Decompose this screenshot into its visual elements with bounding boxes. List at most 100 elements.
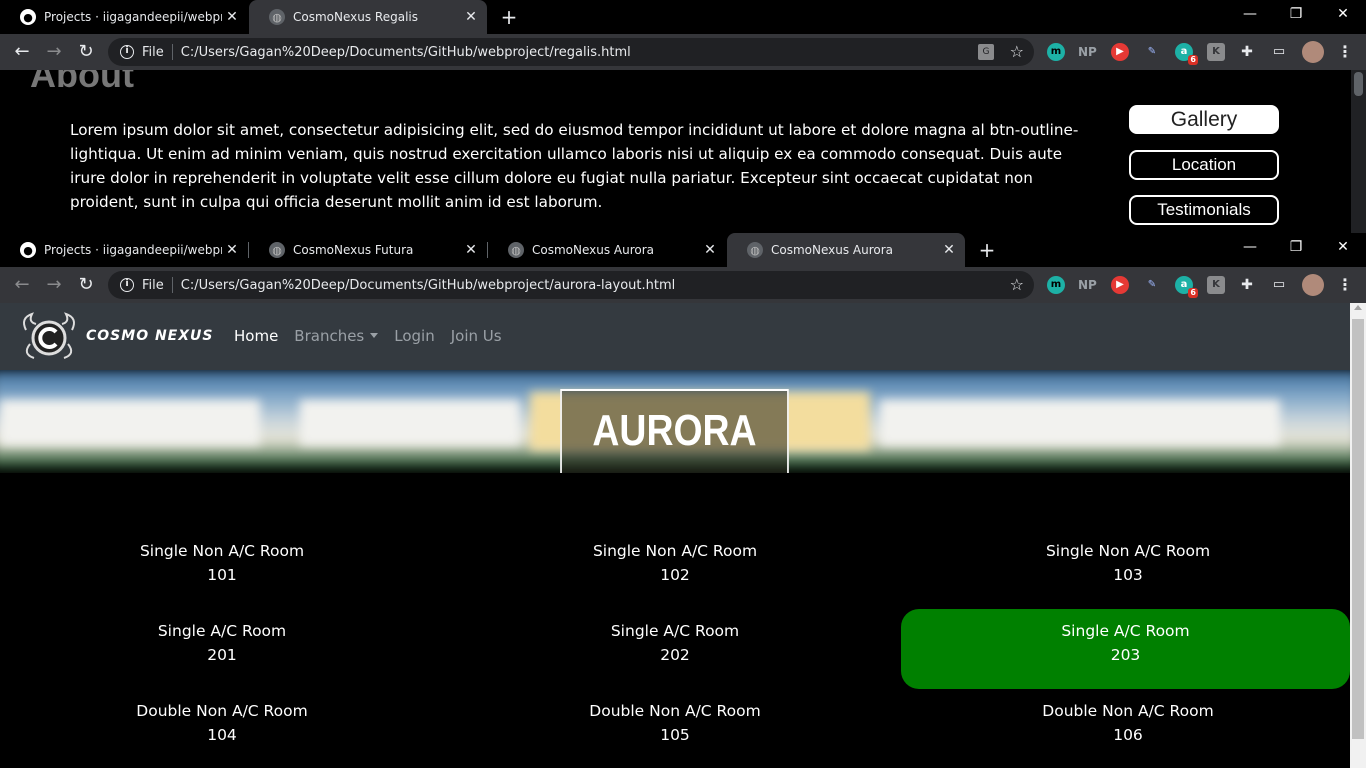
room-card[interactable]: Double Non A/C Room 104 xyxy=(0,689,448,768)
new-tab-icon[interactable]: + xyxy=(497,5,521,29)
tab-label: Projects · iigagandeepii/webproje xyxy=(44,10,222,24)
m-extension-icon[interactable]: m xyxy=(1047,276,1065,294)
room-card[interactable]: Double Non A/C Room 105 xyxy=(449,689,901,768)
nav-branches-dropdown[interactable]: Branches xyxy=(294,327,379,345)
room-card[interactable]: Double Non A/C Room 106 xyxy=(902,689,1354,768)
regalis-page: About Lorem ipsum dolor sit amet, consec… xyxy=(0,70,1366,233)
menu-icon[interactable]: ⋮ xyxy=(1336,276,1354,294)
minimize-icon[interactable]: — xyxy=(1240,6,1260,22)
bottom-tab-strip: ● Projects · iigagandeepii/webproje ✕ ◍ … xyxy=(0,233,1366,267)
bookmark-star-icon[interactable]: ☆ xyxy=(1010,42,1024,61)
tab-projects[interactable]: ● Projects · iigagandeepii/webproje ✕ xyxy=(0,0,248,34)
brand-name: COSMO NEXUS xyxy=(86,328,214,344)
top-tab-strip: ● Projects · iigagandeepii/webproje ✕ ◍ … xyxy=(0,0,1366,34)
github-icon: ● xyxy=(20,242,36,258)
scrollbar-thumb[interactable] xyxy=(1352,319,1364,739)
close-icon[interactable]: ✕ xyxy=(222,9,242,25)
bookmark-star-icon[interactable]: ☆ xyxy=(1010,275,1024,294)
tab-projects[interactable]: ● Projects · iigagandeepii/webproje ✕ xyxy=(0,233,248,267)
back-icon[interactable]: ← xyxy=(10,273,34,297)
section-title: About xyxy=(30,70,134,95)
avatar[interactable] xyxy=(1302,274,1324,296)
top-toolbar: ← → ↻ i File C:/Users/Gagan%20Deep/Docum… xyxy=(0,34,1366,70)
scrollbar-thumb[interactable] xyxy=(1354,72,1363,96)
new-tab-icon[interactable]: + xyxy=(975,238,999,262)
puzzle-icon[interactable]: ✚ xyxy=(1238,276,1256,294)
youtube-extension-icon[interactable]: ▶ xyxy=(1111,43,1129,61)
divider xyxy=(171,44,173,60)
close-icon[interactable]: ✕ xyxy=(461,9,481,25)
address-bar[interactable]: i File C:/Users/Gagan%20Deep/Documents/G… xyxy=(108,38,1034,66)
testimonials-button[interactable]: Testimonials xyxy=(1129,195,1279,225)
file-label: File xyxy=(142,44,164,60)
hero-banner: AURORA xyxy=(0,370,1350,473)
k-extension-icon[interactable]: K xyxy=(1207,276,1225,294)
pen-extension-icon[interactable]: ✎ xyxy=(1143,43,1161,61)
restore-icon[interactable]: ❐ xyxy=(1286,239,1306,255)
puzzle-icon[interactable]: ✚ xyxy=(1238,43,1256,61)
translate-icon[interactable]: G xyxy=(978,44,994,60)
cast-icon[interactable]: ▭ xyxy=(1270,43,1288,61)
info-icon[interactable]: i xyxy=(120,45,134,59)
forward-icon[interactable]: → xyxy=(42,40,66,64)
info-icon[interactable]: i xyxy=(120,278,134,292)
room-type: Single A/C Room xyxy=(1061,622,1190,640)
nav-join-us[interactable]: Join Us xyxy=(451,327,502,345)
room-card[interactable]: Single A/C Room 201 xyxy=(0,609,448,689)
globe-icon: ◍ xyxy=(747,242,763,258)
room-card[interactable]: Single A/C Room 203 xyxy=(901,609,1350,689)
tab-futura[interactable]: ◍ CosmoNexus Futura ✕ xyxy=(249,233,487,267)
room-card[interactable]: Single Non A/C Room 102 xyxy=(449,529,901,609)
address-bar[interactable]: i File C:/Users/Gagan%20Deep/Documents/G… xyxy=(108,271,1034,299)
tab-aurora-active[interactable]: ◍ CosmoNexus Aurora ✕ xyxy=(727,233,965,267)
about-paragraph: Lorem ipsum dolor sit amet, consectetur … xyxy=(70,121,1079,211)
youtube-extension-icon[interactable]: ▶ xyxy=(1111,276,1129,294)
room-type: Single A/C Room xyxy=(610,622,740,640)
pen-extension-icon[interactable]: ✎ xyxy=(1143,276,1161,294)
scroll-up-icon[interactable] xyxy=(1354,305,1362,310)
tab-regalis[interactable]: ◍ CosmoNexus Regalis ✕ xyxy=(249,0,487,34)
k-extension-icon[interactable]: K xyxy=(1207,43,1225,61)
github-icon: ● xyxy=(20,9,36,25)
np-extension-icon[interactable]: NP xyxy=(1078,276,1097,294)
a-extension-icon[interactable]: a6 xyxy=(1175,43,1198,65)
url-text[interactable]: C:/Users/Gagan%20Deep/Documents/GitHub/w… xyxy=(181,278,676,293)
room-number: 201 xyxy=(207,646,237,664)
room-card[interactable]: Single Non A/C Room 103 xyxy=(902,529,1354,609)
aurora-page: COSMO NEXUS Home Branches Login Join Us … xyxy=(0,303,1366,768)
close-icon[interactable]: ✕ xyxy=(700,242,720,258)
window-close-icon[interactable]: ✕ xyxy=(1333,239,1353,255)
room-type: Single Non A/C Room xyxy=(1045,542,1211,560)
menu-icon[interactable]: ⋮ xyxy=(1336,43,1354,61)
tab-aurora[interactable]: ◍ CosmoNexus Aurora ✕ xyxy=(488,233,726,267)
close-icon[interactable]: ✕ xyxy=(939,242,959,258)
nav-home[interactable]: Home xyxy=(234,327,278,345)
avatar[interactable] xyxy=(1302,41,1324,63)
reload-icon[interactable]: ↻ xyxy=(74,273,98,297)
cast-icon[interactable]: ▭ xyxy=(1270,276,1288,294)
room-number: 104 xyxy=(207,726,237,744)
reload-icon[interactable]: ↻ xyxy=(74,40,98,64)
a-extension-icon[interactable]: a6 xyxy=(1175,276,1198,298)
np-extension-icon[interactable]: NP xyxy=(1078,43,1097,61)
room-type: Double Non A/C Room xyxy=(589,702,761,720)
minimize-icon[interactable]: — xyxy=(1240,239,1260,255)
back-icon[interactable]: ← xyxy=(10,40,34,64)
restore-icon[interactable]: ❐ xyxy=(1286,6,1306,22)
scrollbar[interactable] xyxy=(1350,303,1366,768)
window-close-icon[interactable]: ✕ xyxy=(1333,6,1353,22)
scrollbar[interactable] xyxy=(1351,70,1366,233)
nav-login[interactable]: Login xyxy=(394,327,434,345)
close-icon[interactable]: ✕ xyxy=(222,242,242,258)
room-card[interactable]: Single A/C Room 202 xyxy=(449,609,901,689)
gallery-button[interactable]: Gallery xyxy=(1129,105,1279,134)
location-button[interactable]: Location xyxy=(1129,150,1279,180)
url-text[interactable]: C:/Users/Gagan%20Deep/Documents/GitHub/w… xyxy=(181,45,631,60)
forward-icon[interactable]: → xyxy=(42,273,66,297)
m-extension-icon[interactable]: m xyxy=(1047,43,1065,61)
brand[interactable]: COSMO NEXUS xyxy=(16,310,214,362)
close-icon[interactable]: ✕ xyxy=(461,242,481,258)
room-card[interactable]: Single Non A/C Room 101 xyxy=(0,529,448,609)
room-type: Single A/C Room xyxy=(157,622,287,640)
tab-label: Projects · iigagandeepii/webproje xyxy=(44,243,222,257)
